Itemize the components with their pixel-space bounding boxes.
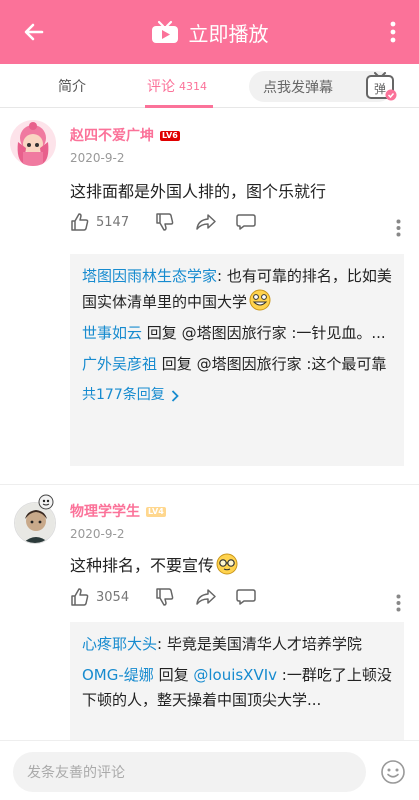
- grin-emoji-icon: [249, 289, 271, 311]
- comment-input[interactable]: 发条友善的评论: [13, 752, 366, 792]
- tab-comments[interactable]: 评论 4314: [147, 64, 207, 108]
- comment-input-placeholder: 发条友善的评论: [27, 765, 125, 781]
- share-icon: [196, 214, 216, 230]
- reply-username[interactable]: 心疼耶大头: [82, 635, 157, 653]
- reply-word: 回复: [142, 324, 182, 342]
- reply-text: 毕竟是美国清华人才培养学院: [162, 635, 362, 653]
- reply-username[interactable]: 世事如云: [82, 324, 142, 342]
- emoji-smile-icon[interactable]: [378, 757, 408, 787]
- avatar-pendant-icon: [38, 494, 54, 510]
- reply-mention[interactable]: @塔图因旅行家: [182, 324, 287, 342]
- danmu-toggle-icon[interactable]: 弹: [364, 70, 398, 104]
- chevron-right-icon: [171, 389, 179, 402]
- comment-actions: 3054: [70, 586, 257, 608]
- like-button[interactable]: 3054: [70, 587, 129, 607]
- reply-username[interactable]: 塔图因雨林生态学家: [82, 267, 217, 285]
- glasses-emoji-icon: [216, 553, 238, 575]
- level-badge: LV4: [146, 507, 166, 517]
- comment-divider: [0, 484, 419, 485]
- view-all-replies-link[interactable]: 共177条回复: [82, 383, 392, 408]
- more-vertical-icon[interactable]: [381, 16, 405, 48]
- comment-date: 2020-9-2: [70, 527, 125, 541]
- like-count: 3054: [96, 589, 130, 605]
- tab-intro-label: 简介: [58, 79, 86, 95]
- level-badge: LV6: [160, 131, 180, 141]
- reply-word: 回复: [153, 666, 194, 684]
- comment-actions: 5147: [70, 211, 257, 233]
- top-bar: 立即播放: [0, 0, 419, 64]
- play-now-label: 立即播放: [188, 21, 269, 46]
- comment-more-icon[interactable]: [386, 212, 410, 244]
- username-text: 赵四不爱广坤: [70, 128, 154, 144]
- danmu-button-label: 弹: [374, 82, 386, 96]
- reply-item[interactable]: OMG-缇娜 回复 @louisXVIv :一群吃了上顿没下顿的人，整天操着中国…: [82, 663, 392, 713]
- username-text: 物理学学生: [70, 504, 140, 520]
- comment-text: 这种排名，不要宣传: [70, 552, 238, 576]
- view-all-replies-label: 共177条回复: [82, 387, 165, 403]
- tv-icon: [151, 20, 178, 43]
- comment-item: 赵四不爱广坤 LV6 2020-9-2 这排面都是外国人排的，图个乐就行 5147…: [0, 108, 419, 486]
- dislike-button[interactable]: [155, 212, 175, 232]
- reply-mention[interactable]: @louisXVIv: [193, 666, 277, 684]
- back-arrow-icon[interactable]: [18, 16, 50, 48]
- chat-bubble-icon: [236, 214, 256, 230]
- comment-composer: 发条友善的评论: [0, 740, 419, 800]
- like-count: 5147: [96, 214, 130, 230]
- reply-word: 回复: [157, 355, 197, 373]
- share-button[interactable]: [195, 212, 217, 232]
- comment-count: 4314: [179, 79, 207, 93]
- reply-text: :这个最可靠: [301, 355, 387, 373]
- thumbs-up-icon: [71, 588, 89, 606]
- tab-intro[interactable]: 简介: [58, 64, 86, 108]
- reply-list: 心疼耶大头: 毕竟是美国清华人才培养学院 OMG-缇娜 回复 @louisXVI…: [70, 622, 404, 740]
- share-button[interactable]: [195, 587, 217, 607]
- reply-list: 塔图因雨林生态学家: 也有可靠的排名，比如美国实体清单里的中国大学 世事如云 回…: [70, 254, 404, 466]
- reply-button[interactable]: [235, 587, 257, 607]
- comment-date: 2020-9-2: [70, 151, 125, 165]
- reply-username[interactable]: OMG-缇娜: [82, 666, 154, 684]
- chat-bubble-icon: [236, 589, 256, 605]
- reply-mention: @塔图因旅行家: [196, 355, 302, 373]
- reply-item[interactable]: 心疼耶大头: 毕竟是美国清华人才培养学院: [82, 632, 392, 657]
- comment-more-icon[interactable]: [386, 587, 410, 619]
- play-now-button[interactable]: 立即播放: [151, 18, 269, 47]
- like-button[interactable]: 5147: [70, 212, 129, 232]
- tab-comments-label: 评论: [147, 79, 175, 95]
- comment-text-body: 这种排名，不要宣传: [70, 556, 215, 575]
- reply-item[interactable]: 世事如云 回复 @塔图因旅行家 :一针见血。...: [82, 321, 392, 346]
- danmu-placeholder: 点我发弹幕: [263, 79, 333, 96]
- reply-text: :一针见血。...: [286, 324, 386, 342]
- thumbs-down-icon: [156, 213, 174, 231]
- comment-username[interactable]: 物理学学生 LV4: [70, 501, 166, 521]
- share-icon: [196, 589, 216, 605]
- reply-item[interactable]: 广外吴彦祖 回复 @塔图因旅行家 :这个最可靠: [82, 352, 392, 377]
- comment-text: 这排面都是外国人排的，图个乐就行: [70, 182, 327, 201]
- comment-username[interactable]: 赵四不爱广坤 LV6: [70, 125, 180, 145]
- thumbs-down-icon: [156, 588, 174, 606]
- reply-button[interactable]: [235, 212, 257, 232]
- reply-username[interactable]: 广外吴彦祖: [82, 355, 157, 373]
- thumbs-up-icon: [71, 213, 89, 231]
- reply-item[interactable]: 塔图因雨林生态学家: 也有可靠的排名，比如美国实体清单里的中国大学: [82, 264, 392, 315]
- comment-item: 物理学学生 LV4 2020-9-2 这种排名，不要宣传 3054 心疼耶大头: …: [0, 486, 419, 740]
- dislike-button[interactable]: [155, 587, 175, 607]
- avatar[interactable]: [10, 120, 56, 166]
